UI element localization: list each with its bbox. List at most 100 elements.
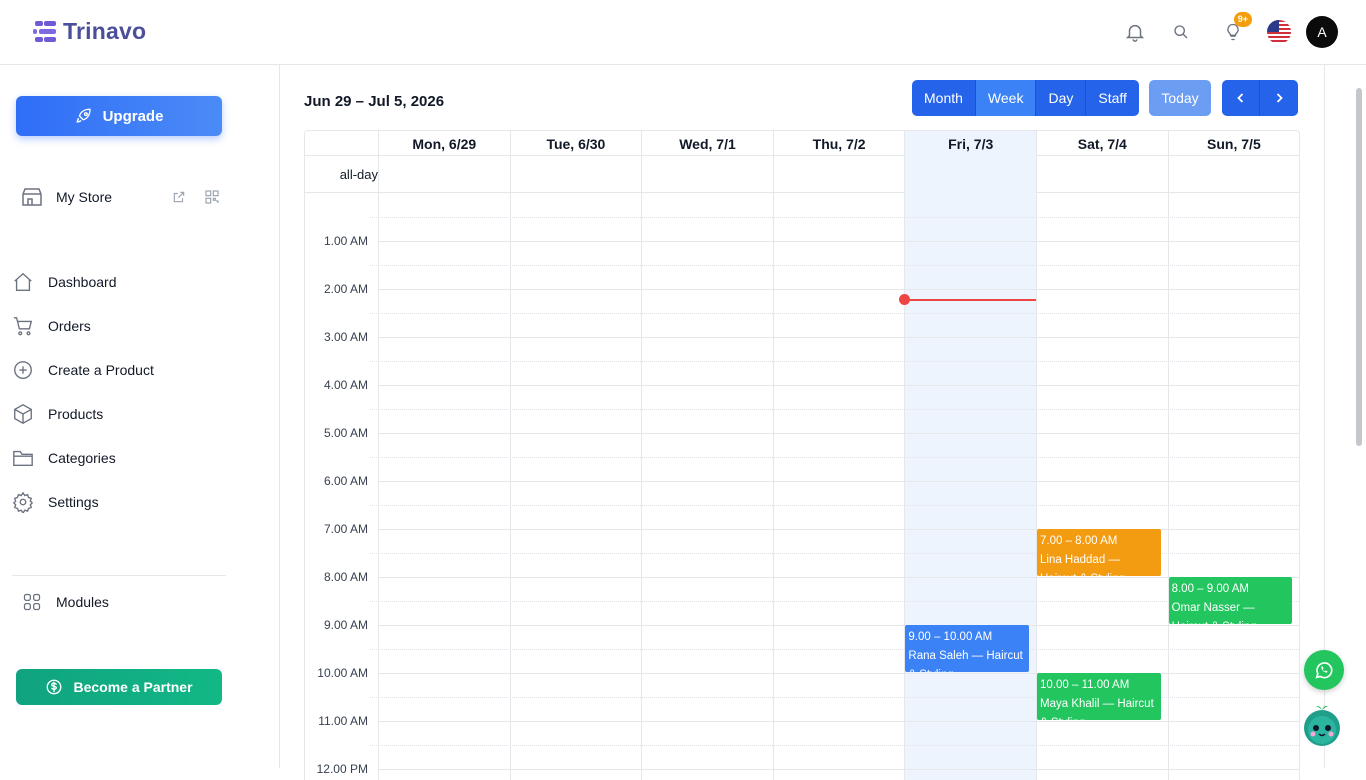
hour-line <box>378 769 1299 770</box>
day-column-divider <box>641 193 643 780</box>
hour-line <box>378 625 1299 626</box>
us-flag-icon <box>1267 20 1291 44</box>
event-title: Rana Saleh — Haircut & Styling <box>908 650 1023 672</box>
event-title: Omar Nasser — Haircut & Styling <box>1171 602 1257 624</box>
next-period-button[interactable] <box>1260 80 1298 116</box>
ideas-button[interactable]: 9+ <box>1216 12 1252 49</box>
time-label: 2.00 AM <box>323 282 368 296</box>
today-button[interactable]: Today <box>1149 80 1211 116</box>
language-selector[interactable] <box>1262 15 1296 49</box>
appointment-event[interactable]: 9.00 – 10.00 AM Rana Saleh — Haircut & St… <box>905 625 1029 672</box>
view-day-button[interactable]: Day <box>1036 80 1087 116</box>
hour-line <box>378 481 1299 482</box>
time-label: 8.00 AM <box>323 570 368 584</box>
view-switcher: Month Week Day Staff <box>912 80 1139 116</box>
sidebar-item-products[interactable]: Products <box>12 392 232 436</box>
time-label: 3.00 AM <box>323 330 368 344</box>
rocket-icon <box>76 108 91 123</box>
time-label: 6.00 AM <box>323 474 368 488</box>
view-week-button[interactable]: Week <box>975 80 1037 116</box>
brand-logo[interactable]: Trinavo <box>33 18 146 45</box>
qr-code-icon[interactable] <box>204 189 220 205</box>
appointment-event[interactable]: 10.00 – 11.00 AM Maya Khalil — Haircut & … <box>1037 673 1161 720</box>
external-link-icon[interactable] <box>172 190 186 204</box>
day-column-header[interactable]: Tue, 6/30 <box>509 131 642 156</box>
event-title: Lina Haddad — Haircut & Styling <box>1040 554 1125 576</box>
day-column-header[interactable]: Mon, 6/29 <box>378 131 510 156</box>
view-month-button[interactable]: Month <box>912 80 976 116</box>
day-column-header[interactable]: Wed, 7/1 <box>641 131 773 156</box>
day-column-divider <box>904 193 906 780</box>
sidebar-item-label: Categories <box>48 450 116 466</box>
grid-icon <box>23 593 41 611</box>
time-label: 7.00 AM <box>323 522 368 536</box>
day-column-header[interactable]: Sat, 7/4 <box>1036 131 1168 156</box>
assistant-bot-icon[interactable] <box>1302 704 1342 748</box>
sidebar-item-categories[interactable]: Categories <box>12 436 232 480</box>
logo-mark-icon <box>33 20 56 42</box>
hour-line <box>378 433 1299 434</box>
modules-label: Modules <box>56 594 109 610</box>
top-bar: Trinavo 9+ A <box>0 0 1366 65</box>
sidebar-divider <box>12 575 226 576</box>
whatsapp-button[interactable] <box>1304 650 1344 690</box>
appointment-event[interactable]: 8.00 – 9.00 AM Omar Nasser — Haircut & St… <box>1168 577 1293 624</box>
week-calendar: Mon, 6/29 Tue, 6/30 Wed, 7/1 Thu, 7/2 Fri, 7… <box>304 130 1300 780</box>
upgrade-button[interactable]: Upgrade <box>16 96 222 136</box>
day-column-divider <box>1299 193 1300 780</box>
day-column-header[interactable]: Thu, 7/2 <box>772 131 905 156</box>
time-label: 9.00 AM <box>323 618 368 632</box>
hour-line <box>378 577 1299 578</box>
all-day-cell[interactable] <box>1167 156 1299 193</box>
date-range-title: Jun 29 – Jul 5, 2026 <box>304 93 445 110</box>
page-scrollbar[interactable] <box>1356 88 1362 446</box>
sidebar-item-orders[interactable]: Orders <box>12 304 232 348</box>
sidebar-item-label: Orders <box>48 318 91 334</box>
chevron-left-icon <box>1236 93 1243 103</box>
store-icon <box>22 188 42 206</box>
all-day-cell[interactable] <box>509 156 642 193</box>
sidebar-item-modules[interactable]: Modules <box>22 592 109 612</box>
all-day-cell[interactable] <box>1036 156 1168 193</box>
sidebar-item-dashboard[interactable]: Dashboard <box>12 260 232 304</box>
prev-period-button[interactable] <box>1222 80 1260 116</box>
search-button[interactable] <box>1164 15 1198 49</box>
time-label: 4.00 AM <box>323 378 368 392</box>
become-partner-label: Become a Partner <box>73 679 193 695</box>
my-store-row[interactable]: My Store <box>20 184 220 210</box>
sidebar: Upgrade My Store Dashboard Orders Create… <box>0 65 280 768</box>
event-title: Maya Khalil — Haircut & Styling <box>1040 698 1154 720</box>
become-partner-button[interactable]: Become a Partner <box>16 669 222 705</box>
time-label: 5.00 AM <box>323 426 368 440</box>
time-grid[interactable]: 1.00 AM 2.00 AM 3.00 AM 4.00 AM 5.00 AM 6.00 … <box>305 193 1299 780</box>
sidebar-item-label: Create a Product <box>48 362 154 378</box>
current-time-line <box>904 298 1036 301</box>
sidebar-item-create-product[interactable]: Create a Product <box>12 348 232 392</box>
day-column-header[interactable]: Fri, 7/3 <box>904 131 1036 156</box>
upgrade-label: Upgrade <box>102 107 164 125</box>
time-label: 12.00 PM <box>316 762 368 776</box>
user-avatar[interactable]: A <box>1306 16 1338 48</box>
main-content: Jun 29 – Jul 5, 2026 Month Week Day Staf… <box>280 65 1325 780</box>
calendar-header-row: Mon, 6/29 Tue, 6/30 Wed, 7/1 Thu, 7/2 Fri, 7… <box>305 131 1299 156</box>
search-icon <box>1174 25 1188 39</box>
appointment-event[interactable]: 7.00 – 8.00 AM Lina Haddad — Haircut & St… <box>1037 529 1161 576</box>
plus-circle-icon <box>14 361 32 379</box>
hour-line <box>378 289 1299 290</box>
all-day-cell[interactable] <box>772 156 905 193</box>
sidebar-nav: Dashboard Orders Create a Product Produc… <box>12 260 232 524</box>
day-column-divider <box>509 193 511 780</box>
day-column-header[interactable]: Sun, 7/5 <box>1167 131 1299 156</box>
box-icon <box>14 404 32 424</box>
view-staff-button[interactable]: Staff <box>1086 80 1139 116</box>
all-day-cell[interactable] <box>904 156 1036 193</box>
chevron-right-icon <box>1276 93 1283 103</box>
all-day-cell[interactable] <box>641 156 773 193</box>
period-nav <box>1222 80 1298 116</box>
hour-line <box>378 337 1299 338</box>
sidebar-item-label: Dashboard <box>48 274 117 290</box>
sidebar-item-settings[interactable]: Settings <box>12 480 232 524</box>
dollar-circle-icon <box>47 679 62 695</box>
all-day-cell[interactable] <box>378 156 510 193</box>
notifications-button[interactable] <box>1118 15 1152 49</box>
